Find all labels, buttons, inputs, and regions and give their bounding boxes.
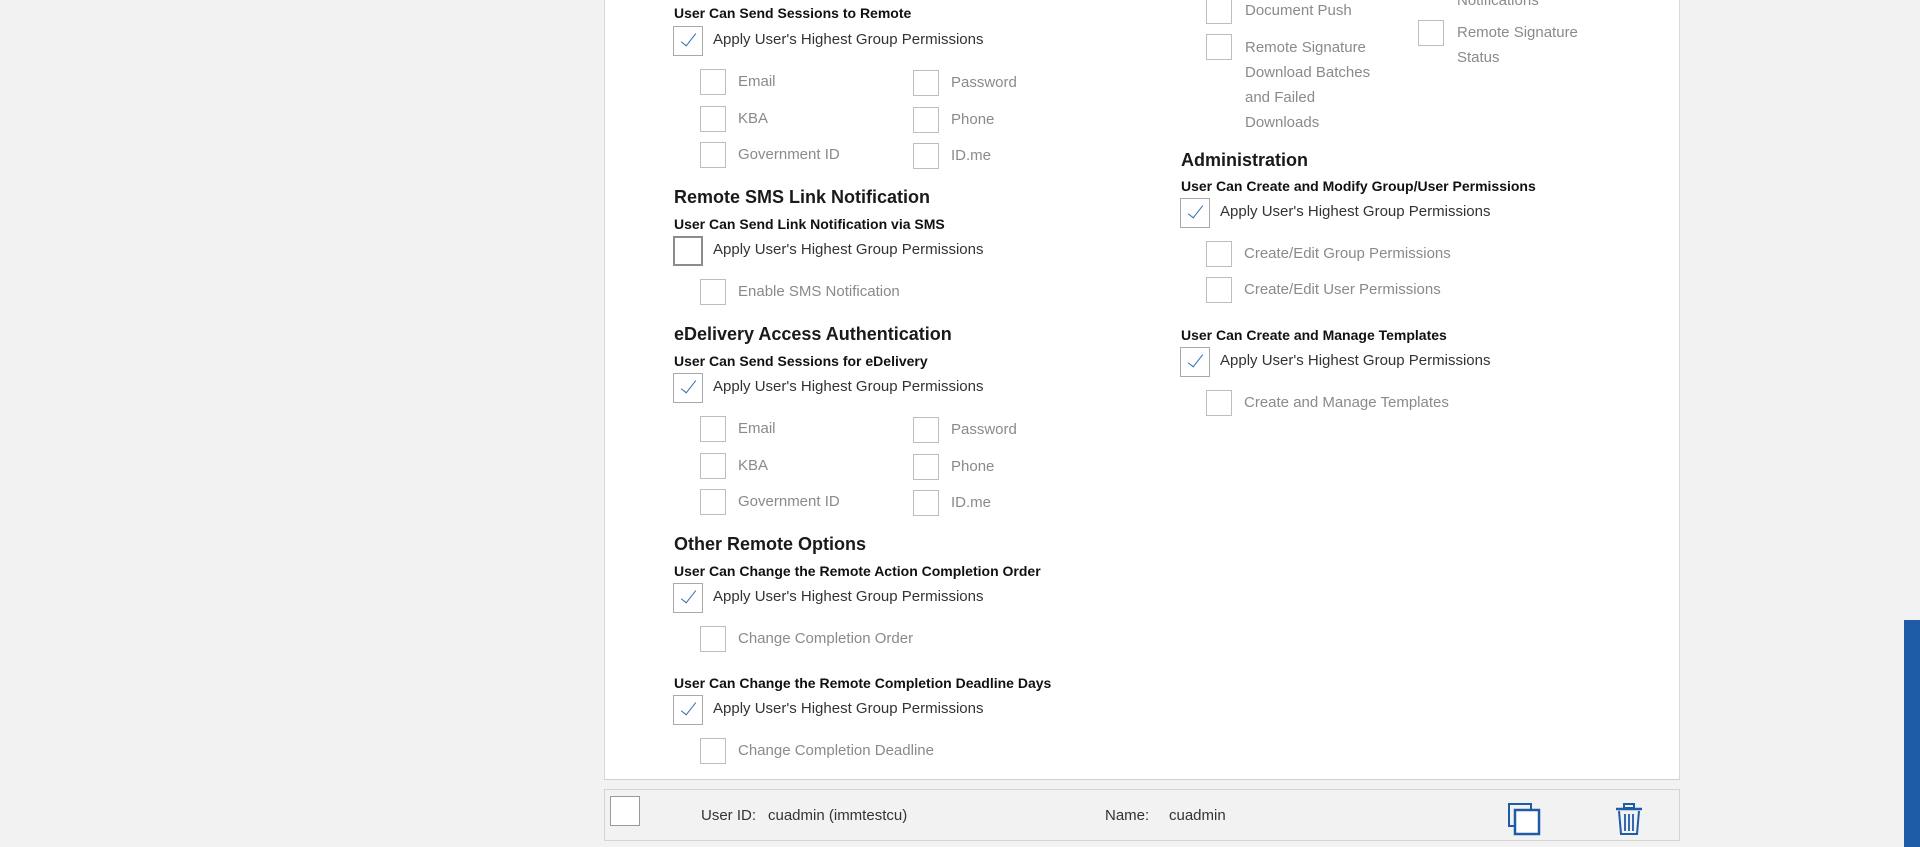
remote-apply-checkbox[interactable] (673, 26, 703, 56)
remote-govid-label: Government ID (738, 146, 840, 163)
edelivery-subtitle: User Can Send Sessions for eDelivery (674, 353, 928, 369)
sms-section-title: Remote SMS Link Notification (674, 187, 931, 207)
user-id-value: cuadmin (immtestcu) (768, 807, 908, 824)
order-change-label: Change Completion Order (738, 630, 914, 647)
edit-user-perm-label: Create/Edit User Permissions (1244, 281, 1441, 298)
edelivery-kba-label: KBA (738, 457, 769, 474)
deadline-apply-checkbox[interactable] (673, 695, 703, 725)
edit-user-perm-checkbox[interactable] (1206, 277, 1232, 303)
name-value: cuadmin (1169, 807, 1226, 824)
document-push-label: Document Push (1245, 2, 1352, 19)
edelivery-phone-label: Phone (951, 458, 995, 475)
remote-password-label: Password (951, 74, 1017, 91)
templates-subtitle: User Can Create and Manage Templates (1181, 327, 1447, 343)
edelivery-govid-checkbox[interactable] (700, 489, 726, 515)
user-id-label: User ID: (701, 807, 757, 824)
deadline-change-label: Change Completion Deadline (738, 742, 934, 759)
remote-email-label: Email (738, 73, 776, 90)
deadline-change-checkbox[interactable] (700, 738, 726, 764)
admin-perm-subtitle: User Can Create and Modify Group/User Pe… (1181, 178, 1536, 194)
remote-sig-status-checkbox[interactable] (1418, 20, 1444, 46)
edit-group-perm-checkbox[interactable] (1206, 241, 1232, 267)
user-row-select-checkbox[interactable] (610, 796, 640, 826)
edelivery-section-title: eDelivery Access Authentication (674, 324, 952, 344)
sms-enable-checkbox[interactable] (700, 279, 726, 305)
order-subtitle: User Can Change the Remote Action Comple… (674, 563, 1041, 579)
user-footer-row: User ID: cuadmin (immtestcu) Name: cuadm… (604, 789, 1680, 841)
manage-templates-checkbox[interactable] (1206, 390, 1232, 416)
document-push-checkbox[interactable] (1206, 0, 1232, 24)
admin-perm-apply-checkbox[interactable] (1180, 198, 1210, 228)
order-change-checkbox[interactable] (700, 626, 726, 652)
remote-idme-checkbox[interactable] (913, 143, 939, 169)
remote-email-checkbox[interactable] (700, 69, 726, 95)
trash-icon[interactable] (1614, 802, 1644, 841)
deadline-subtitle: User Can Change the Remote Completion De… (674, 675, 1052, 691)
edelivery-phone-checkbox[interactable] (913, 454, 939, 480)
remote-apply-label: Apply User's Highest Group Permissions (713, 31, 984, 48)
sms-subtitle: User Can Send Link Notification via SMS (674, 216, 945, 232)
edelivery-idme-checkbox[interactable] (913, 490, 939, 516)
order-apply-label: Apply User's Highest Group Permissions (713, 588, 984, 605)
deadline-apply-label: Apply User's Highest Group Permissions (713, 700, 984, 717)
admin-section-title: Administration (1181, 150, 1309, 170)
name-label: Name: (1105, 807, 1150, 824)
other-section-title: Other Remote Options (674, 534, 867, 554)
edelivery-password-checkbox[interactable] (913, 417, 939, 443)
templates-apply-checkbox[interactable] (1180, 347, 1210, 377)
edelivery-apply-label: Apply User's Highest Group Permissions (713, 378, 984, 395)
remote-sig-download-label: Remote Signature Download Batches and Fa… (1245, 39, 1371, 131)
order-apply-checkbox[interactable] (673, 583, 703, 613)
edelivery-email-label: Email (738, 420, 776, 437)
remote-kba-checkbox[interactable] (700, 106, 726, 132)
remote-phone-checkbox[interactable] (913, 107, 939, 133)
edelivery-kba-checkbox[interactable] (700, 453, 726, 479)
templates-apply-label: Apply User's Highest Group Permissions (1220, 352, 1491, 369)
remote-password-checkbox[interactable] (913, 70, 939, 96)
remote-idme-label: ID.me (951, 147, 992, 164)
edelivery-password-label: Password (951, 421, 1017, 438)
edelivery-apply-checkbox[interactable] (673, 373, 703, 403)
sms-apply-checkbox[interactable] (673, 236, 703, 266)
edit-group-perm-label: Create/Edit Group Permissions (1244, 245, 1451, 262)
edelivery-email-checkbox[interactable] (700, 416, 726, 442)
remote-phone-label: Phone (951, 111, 995, 128)
edelivery-govid-label: Government ID (738, 493, 840, 510)
remote-sig-download-checkbox[interactable] (1206, 34, 1232, 60)
copy-icon[interactable] (1507, 802, 1541, 841)
remote-kba-label: KBA (738, 110, 769, 127)
notifications-label: Notifications (1457, 0, 1539, 9)
remote-sig-status-label: Remote Signature Status (1457, 24, 1578, 66)
remote-govid-checkbox[interactable] (700, 142, 726, 168)
manage-templates-label: Create and Manage Templates (1244, 394, 1449, 411)
remote-send-subtitle: User Can Send Sessions to Remote (674, 5, 912, 21)
edelivery-idme-label: ID.me (951, 494, 992, 511)
sms-apply-label: Apply User's Highest Group Permissions (713, 241, 984, 258)
admin-perm-apply-label: Apply User's Highest Group Permissions (1220, 203, 1491, 220)
sms-enable-label: Enable SMS Notification (738, 283, 900, 300)
scrollbar-thumb[interactable] (1904, 620, 1920, 847)
